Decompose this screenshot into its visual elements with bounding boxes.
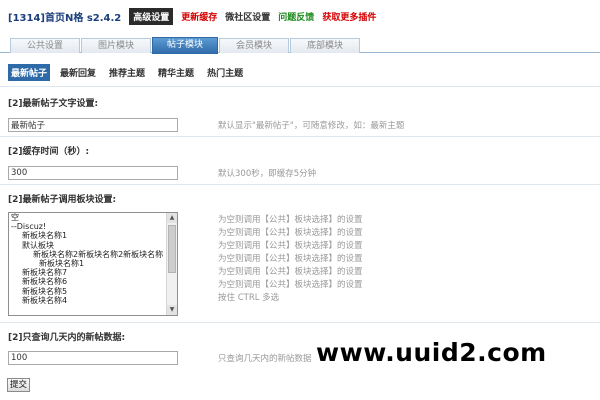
days-limit-input[interactable]	[8, 351, 178, 365]
tab-member-module[interactable]: 会员模块	[219, 38, 289, 53]
block-option[interactable]: 新板块名称1	[9, 231, 168, 240]
subtab-recommended[interactable]: 推荐主题	[106, 64, 148, 81]
nav-update-cache[interactable]: 更新缓存	[181, 10, 217, 23]
block-hint-ctrl-multiselect: 按住 CTRL 多选	[218, 293, 280, 303]
title-setting-label: [2]最新帖子文字设置:	[8, 99, 99, 109]
subtab-latest-replies[interactable]: 最新回复	[57, 64, 99, 81]
block-option-empty[interactable]: 空	[9, 213, 168, 222]
cache-time-input[interactable]	[8, 166, 178, 180]
block-hint: 为空则调用【公共】板块选择】的设置	[218, 267, 363, 277]
scroll-thumb[interactable]	[168, 225, 176, 273]
block-setting-label: [2]最新帖子调用板块设置:	[8, 195, 117, 205]
divider	[0, 184, 600, 185]
block-hint: 为空则调用【公共】板块选择】的设置	[218, 215, 363, 225]
tab-image-module[interactable]: 图片模块	[81, 38, 151, 53]
nav-more-plugins[interactable]: 获取更多插件	[322, 10, 376, 23]
tab-common-settings[interactable]: 公共设置	[10, 38, 80, 53]
block-hint: 为空则调用【公共】板块选择】的设置	[218, 228, 363, 238]
block-option[interactable]: 新板块名称1	[9, 259, 168, 268]
cache-time-label: [2]缓存时间（秒）:	[8, 147, 90, 157]
nav-advanced-settings[interactable]: 高级设置	[129, 7, 174, 25]
block-hint: 为空则调用【公共】板块选择】的设置	[218, 254, 363, 264]
listbox-scrollbar[interactable]: ▲ ▼	[166, 213, 177, 315]
watermark: www.uuid2.com	[316, 338, 547, 367]
divider	[0, 322, 600, 323]
block-option[interactable]: 默认板块	[9, 241, 168, 250]
nav-feedback[interactable]: 问题反馈	[278, 10, 314, 23]
days-limit-hint: 只查询几天内的新帖数据	[218, 354, 312, 364]
divider	[0, 86, 600, 87]
subtab-latest-posts[interactable]: 最新帖子	[8, 63, 51, 81]
block-option-discuz[interactable]: --Discuz!	[9, 222, 168, 231]
app-title: [1314]首页N格 s2.4.2	[8, 12, 122, 24]
block-options: 空 --Discuz! 新板块名称1 默认板块 新板块名称2新板块名称2新板块名…	[9, 213, 168, 315]
title-setting-hint: 默认显示"最新帖子"，可随意修改，如：最新主题	[218, 121, 405, 131]
title-setting-input[interactable]	[8, 118, 178, 132]
tab-post-module[interactable]: 帖子模块	[152, 37, 218, 54]
sub-tabs: 最新帖子 最新回复 推荐主题 精华主题 热门主题	[8, 63, 246, 81]
top-bar: [1314]首页N格 s2.4.2 高级设置 更新缓存 微社区设置 问题反馈 获…	[0, 0, 600, 32]
block-option[interactable]: 新板块名称4	[9, 296, 168, 305]
block-option[interactable]: 新板块名称6	[9, 277, 168, 286]
divider	[0, 136, 600, 137]
scroll-down-arrow-icon[interactable]: ▼	[167, 305, 177, 315]
block-option[interactable]: 新板块名称7	[9, 268, 168, 277]
block-multiselect[interactable]: 空 --Discuz! 新板块名称1 默认板块 新板块名称2新板块名称2新板块名…	[8, 212, 178, 316]
main-tabs: 公共设置 图片模块 帖子模块 会员模块 底部模块	[0, 37, 600, 54]
subtab-hot[interactable]: 热门主题	[204, 64, 246, 81]
block-setting-hints: 为空则调用【公共】板块选择】的设置 为空则调用【公共】板块选择】的设置 为空则调…	[218, 214, 363, 305]
tab-footer-module[interactable]: 底部模块	[290, 38, 360, 53]
block-option[interactable]: 新板块名称5	[9, 287, 168, 296]
block-option[interactable]: 新板块名称2新板块名称2新板块名称	[9, 250, 168, 259]
nav-micro-community[interactable]: 微社区设置	[225, 10, 270, 23]
days-limit-label: [2]只查询几天内的新帖数据:	[8, 333, 126, 343]
block-hint: 为空则调用【公共】板块选择】的设置	[218, 280, 363, 290]
cache-time-hint: 默认300秒，即缓存5分钟	[218, 169, 317, 179]
subtab-featured[interactable]: 精华主题	[155, 64, 197, 81]
submit-button[interactable]: 提交	[7, 378, 30, 392]
scroll-up-arrow-icon[interactable]: ▲	[167, 213, 177, 223]
block-hint: 为空则调用【公共】板块选择】的设置	[218, 241, 363, 251]
